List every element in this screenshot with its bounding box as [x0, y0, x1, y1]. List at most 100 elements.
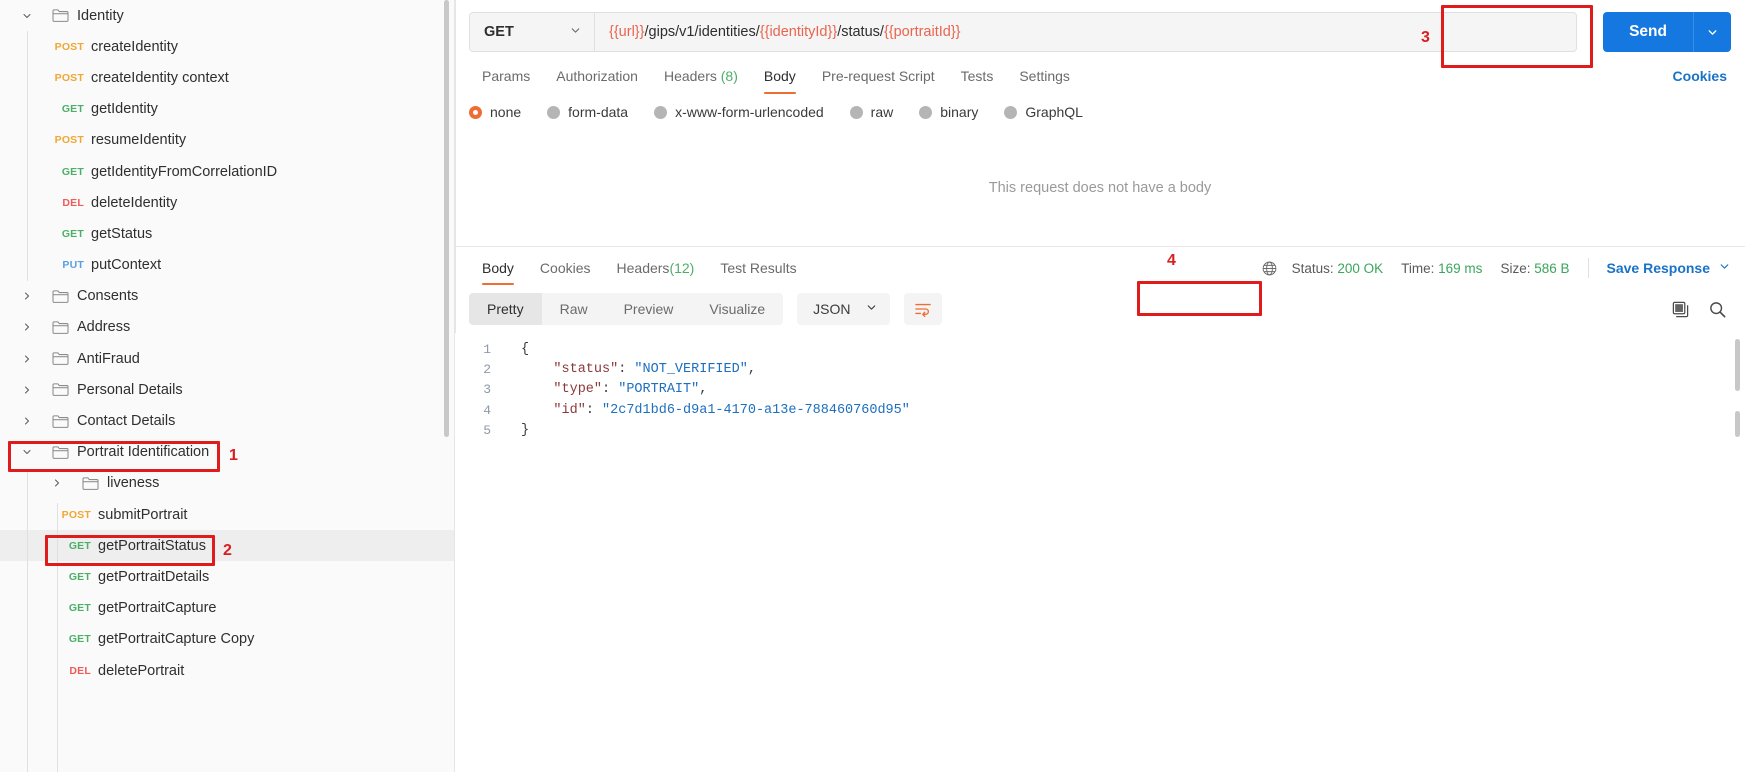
chevron-down-icon [865, 301, 878, 317]
search-icon[interactable] [1708, 300, 1727, 319]
chevron-right-icon[interactable] [50, 476, 64, 490]
response-tab-headers[interactable]: Headers (12) [604, 247, 708, 289]
request-tab-settings[interactable]: Settings [1006, 62, 1083, 94]
save-response-button[interactable]: Save Response [1607, 260, 1732, 276]
sidebar-request-deleteportrait[interactable]: DEL deletePortrait [0, 655, 454, 686]
chevron-right-icon[interactable] [20, 352, 34, 366]
radio-icon[interactable] [469, 105, 482, 119]
sidebar-request-createidentity[interactable]: POST createIdentity [0, 31, 454, 62]
chevron-right-icon[interactable] [20, 320, 34, 334]
response-format-pretty[interactable]: Pretty [469, 293, 542, 325]
request-tab-body[interactable]: Body [751, 62, 809, 94]
body-type-radio-group: none form-data x-www-form-urlencoded raw bin… [455, 94, 1745, 130]
http-method-value: GET [484, 24, 514, 40]
request-tab-params[interactable]: Params [469, 62, 543, 94]
radio-icon[interactable] [654, 105, 668, 119]
globe-icon[interactable] [1261, 260, 1278, 277]
body-type-none[interactable]: none [469, 104, 521, 120]
folder-icon [52, 381, 69, 398]
chevron-right-icon[interactable] [20, 383, 34, 397]
sidebar-folder-label: Contact Details [77, 413, 176, 430]
radio-icon[interactable] [919, 105, 933, 119]
chevron-right-icon[interactable] [20, 289, 34, 303]
request-tab-pre-request-script[interactable]: Pre-request Script [809, 62, 948, 94]
body-type-form-data[interactable]: form-data [547, 104, 628, 120]
send-button-label: Send [1629, 23, 1667, 40]
code-token: "NOT_VERIFIED" [634, 362, 748, 378]
tree-guide-line [27, 31, 28, 281]
sidebar-request-submitportrait[interactable]: POST submitPortrait [0, 499, 454, 530]
copy-icon[interactable] [1671, 300, 1690, 319]
code-token: } [521, 423, 530, 439]
response-scrollbar-thumb-bottom[interactable] [1735, 411, 1740, 437]
sidebar-folder-address[interactable]: Address [0, 312, 454, 343]
sidebar-request-getportraitcapture-copy[interactable]: GET getPortraitCapture Copy [0, 624, 454, 655]
sidebar-folder-contact-details[interactable]: Contact Details [0, 405, 454, 436]
body-type-x-www-form-urlencoded[interactable]: x-www-form-urlencoded [654, 104, 824, 120]
response-scrollbar-thumb-top[interactable] [1735, 339, 1740, 391]
request-tab-tests[interactable]: Tests [948, 62, 1007, 94]
request-tab-label: Authorization [556, 68, 638, 84]
request-tab-headers[interactable]: Headers (8) [651, 62, 751, 94]
time-label: Time: [1401, 260, 1435, 276]
response-tab-test-results[interactable]: Test Results [707, 247, 809, 289]
sidebar-request-resumeidentity[interactable]: POST resumeIdentity [0, 125, 454, 156]
radio-icon[interactable] [1004, 105, 1018, 119]
url-input[interactable]: {{url}}/gips/v1/identities/{{identityId}… [595, 13, 1577, 51]
size-label: Size: [1500, 260, 1531, 276]
chevron-down-icon[interactable] [20, 445, 34, 459]
sidebar-folder-portrait-identification[interactable]: Portrait Identification [0, 437, 454, 468]
sidebar-scrollbar-thumb[interactable] [444, 0, 449, 437]
response-format-visualize[interactable]: Visualize [691, 293, 783, 325]
sidebar-request-createidentity-context[interactable]: POST createIdentity context [0, 62, 454, 93]
sidebar-request-label: getPortraitDetails [98, 568, 210, 585]
chevron-down-icon[interactable] [20, 9, 34, 23]
http-method-badge: POST [54, 71, 84, 84]
code-token: "PORTRAIT" [618, 382, 700, 398]
sidebar-request-label: getStatus [91, 225, 153, 242]
response-language-select[interactable]: JSON [797, 293, 890, 325]
request-tab-label: Settings [1019, 68, 1070, 84]
radio-icon[interactable] [547, 105, 561, 119]
url-bar: GET {{url}}/gips/v1/identities/{{identit… [455, 0, 1745, 62]
sidebar-request-deleteidentity[interactable]: DEL deleteIdentity [0, 187, 454, 218]
response-body-code[interactable]: 1{2 "status": "NOT_VERIFIED", 3 "type": "… [455, 333, 1745, 772]
code-token: : [585, 402, 603, 418]
request-tab-authorization[interactable]: Authorization [543, 62, 651, 94]
sidebar-request-label: getIdentityFromCorrelationID [91, 163, 278, 180]
sidebar-folder-consents[interactable]: Consents [0, 281, 454, 312]
http-method-badge: GET [61, 103, 84, 116]
sidebar-scrollbar-track[interactable] [444, 0, 452, 772]
sidebar-request-getidentity[interactable]: GET getIdentity [0, 94, 454, 125]
sidebar-request-getidentityfromcorrelationid[interactable]: GET getIdentityFromCorrelationID [0, 156, 454, 187]
body-type-graphql[interactable]: GraphQL [1004, 104, 1083, 120]
line-number: 1 [483, 341, 491, 357]
sidebar-folder-personal-details[interactable]: Personal Details [0, 374, 454, 405]
response-format-preview[interactable]: Preview [606, 293, 692, 325]
sidebar-request-putcontext[interactable]: PUT putContext [0, 250, 454, 281]
sidebar-request-getportraitstatus[interactable]: GET getPortraitStatus [0, 530, 454, 562]
request-response-panel: GET {{url}}/gips/v1/identities/{{identit… [455, 0, 1745, 772]
response-tabs: Body Cookies Headers (12) Test Results [469, 247, 810, 289]
chevron-right-icon[interactable] [20, 414, 34, 428]
response-tab-body[interactable]: Body [469, 247, 527, 289]
body-type-raw[interactable]: raw [849, 104, 893, 120]
method-url-group: GET {{url}}/gips/v1/identities/{{identit… [469, 12, 1578, 52]
radio-icon[interactable] [849, 105, 863, 119]
response-format-group: Pretty Raw Preview Visualize [469, 293, 784, 325]
http-method-select[interactable]: GET [470, 13, 595, 51]
response-format-raw[interactable]: Raw [542, 293, 606, 325]
send-button[interactable]: Send [1603, 12, 1731, 52]
sidebar-folder-identity[interactable]: Identity [0, 0, 454, 31]
body-type-binary[interactable]: binary [919, 104, 978, 120]
sidebar-folder-label: AntiFraud [77, 350, 140, 367]
sidebar-request-getstatus[interactable]: GET getStatus [0, 218, 454, 249]
response-tab-cookies[interactable]: Cookies [527, 247, 604, 289]
wrap-lines-icon[interactable] [903, 293, 942, 325]
sidebar-request-getportraitdetails[interactable]: GET getPortraitDetails [0, 561, 454, 592]
sidebar-folder-liveness[interactable]: liveness [0, 468, 454, 499]
cookies-link[interactable]: Cookies [1673, 68, 1731, 94]
sidebar-request-getportraitcapture[interactable]: GET getPortraitCapture [0, 593, 454, 624]
sidebar-folder-antifraud[interactable]: AntiFraud [0, 343, 454, 374]
send-options-chevron-down-icon[interactable] [1693, 12, 1731, 52]
